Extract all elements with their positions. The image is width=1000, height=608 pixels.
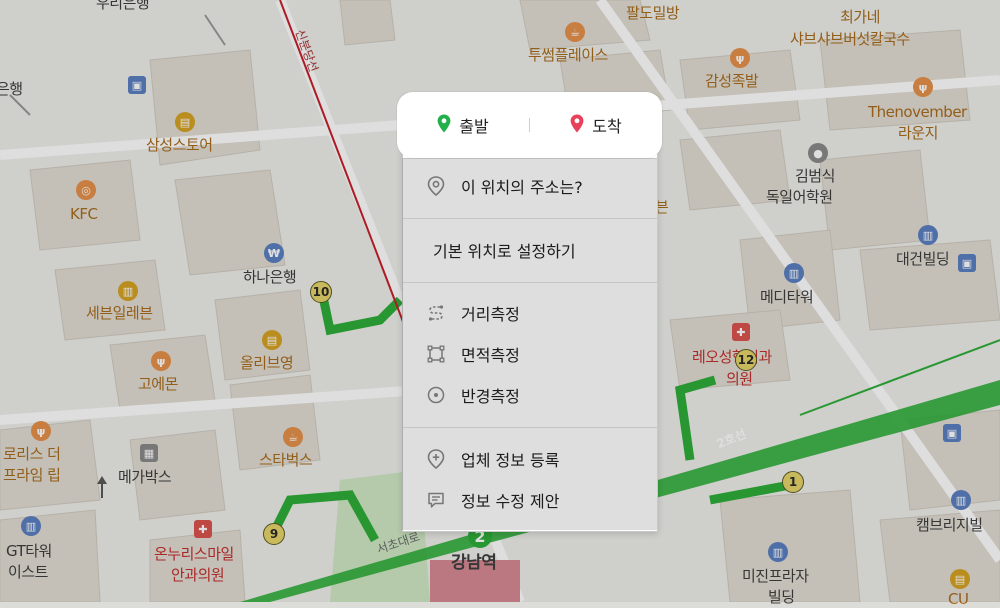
start-label: 출발 xyxy=(459,117,489,136)
menu-item-distance[interactable]: 거리측정 xyxy=(403,293,657,333)
route-selector: 출발 도착 xyxy=(397,92,662,158)
menu-item-address-label: 이 위치의 주소는? xyxy=(461,178,583,197)
start-pin-icon xyxy=(437,114,451,137)
start-button[interactable]: 출발 xyxy=(397,92,529,158)
end-button[interactable]: 도착 xyxy=(530,92,662,158)
menu-item-distance-label: 거리측정 xyxy=(461,305,520,324)
distance-measure-icon xyxy=(425,302,447,324)
menu-item-area-label: 면적측정 xyxy=(461,346,520,365)
menu-item-set-default-location[interactable]: 기본 위치로 설정하기 xyxy=(403,230,657,270)
menu-item-suggest-edit[interactable]: 정보 수정 제안 xyxy=(403,480,657,520)
menu-item-suggest-edit-label: 정보 수정 제안 xyxy=(461,492,560,511)
end-pin-icon xyxy=(570,114,584,137)
context-menu: 이 위치의 주소는? 기본 위치로 설정하기 거리측정 면적측정 반경측정 업체… xyxy=(402,96,658,532)
menu-item-radius[interactable]: 반경측정 xyxy=(403,375,657,415)
add-location-icon xyxy=(425,448,447,470)
menu-item-address[interactable]: 이 위치의 주소는? xyxy=(403,166,657,206)
end-label: 도착 xyxy=(592,117,622,136)
radius-measure-icon xyxy=(425,384,447,406)
location-pin-outline-icon xyxy=(425,175,447,197)
area-measure-icon xyxy=(425,343,447,365)
menu-item-register-business[interactable]: 업체 정보 등록 xyxy=(403,439,657,479)
menu-item-radius-label: 반경측정 xyxy=(461,387,520,406)
menu-item-register-business-label: 업체 정보 등록 xyxy=(461,451,560,470)
menu-item-area[interactable]: 면적측정 xyxy=(403,334,657,374)
comment-icon xyxy=(425,489,447,511)
menu-item-set-default-location-label: 기본 위치로 설정하기 xyxy=(433,242,576,261)
